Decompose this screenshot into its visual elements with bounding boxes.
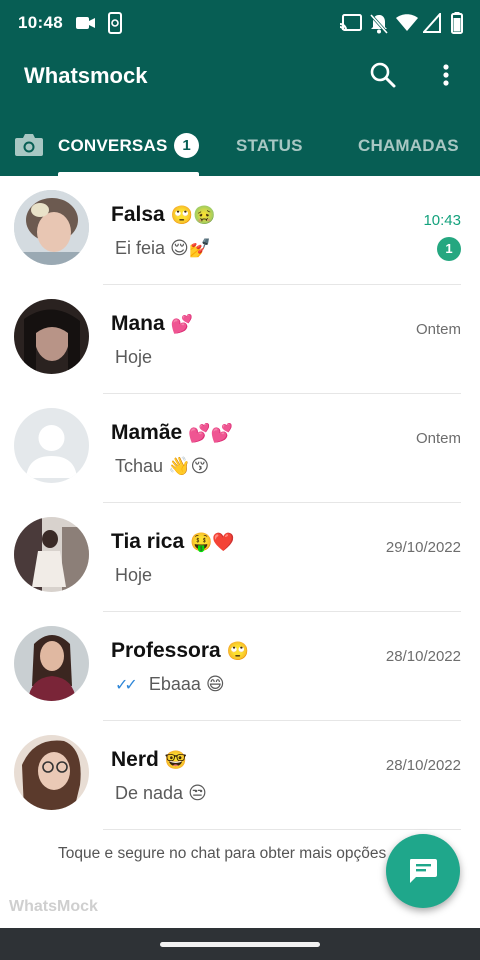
chat-item[interactable]: Falsa 🙄🤢 Ei feia 😌💅 10:43 1 [0, 176, 480, 285]
watermark: WhatsMock [9, 898, 98, 915]
avatar [14, 299, 89, 374]
chat-last-message: Ei feia 😌💅 [115, 238, 212, 259]
chat-name: Mamãe 💕💕 [111, 421, 233, 444]
tab-bar: CONVERSAS 1 STATUS CHAMADAS [0, 128, 480, 176]
conversas-unread-badge: 1 [174, 133, 199, 158]
chat-item[interactable]: Nerd 🤓 De nada 😒 28/10/2022 [0, 721, 480, 830]
more-options-icon[interactable] [432, 60, 460, 90]
phone-sync-icon [107, 12, 125, 39]
chat-item[interactable]: Mamãe 💕💕 Tchau 👋😚 Ontem [0, 394, 480, 503]
message-icon [410, 859, 437, 883]
chat-time: Ontem [415, 321, 461, 338]
tab-chamadas[interactable]: CHAMADAS [358, 136, 459, 156]
chat-name: Nerd 🤓 [111, 748, 188, 771]
home-gesture-handle[interactable] [160, 942, 320, 947]
status-time: 10:48 [18, 13, 63, 32]
chat-last-message: ✓✓ Ebaaa 😄 [115, 674, 225, 695]
read-receipt-icon: ✓✓ [115, 677, 138, 694]
avatar [14, 735, 89, 810]
chat-time: 28/10/2022 [385, 757, 461, 774]
cast-icon [339, 14, 362, 37]
wifi-icon [396, 14, 418, 37]
chat-last-message: Hoje [115, 347, 153, 367]
chat-item[interactable]: Mana 💕 Hoje Ontem [0, 285, 480, 394]
video-camera-icon [76, 15, 96, 36]
system-nav-bar [0, 928, 480, 960]
cell-signal-icon [421, 11, 441, 38]
app-title: Whatsmock [24, 63, 148, 88]
chat-name: Falsa 🙄🤢 [111, 203, 216, 226]
chat-last-message: De nada 😒 [115, 783, 207, 804]
app-bar: Whatsmock CONVERSAS 1 STATUS CHAMADAS [0, 48, 480, 176]
chat-item[interactable]: Tia rica 🤑❤️ Hoje 29/10/2022 [0, 503, 480, 612]
divider [103, 829, 461, 830]
chat-last-message: Hoje [115, 565, 153, 585]
notifications-off-icon [369, 13, 389, 40]
hint-text: Toque e segure no chat para obter mais o… [58, 845, 387, 862]
chat-item[interactable]: Professora 🙄 ✓✓ Ebaaa 😄 28/10/2022 [0, 612, 480, 721]
status-bar: 10:48 [0, 0, 480, 48]
chat-name: Mana 💕 [111, 312, 193, 335]
unread-count-badge: 1 [437, 237, 461, 261]
chat-name: Professora 🙄 [111, 639, 249, 662]
avatar [14, 517, 89, 592]
avatar [14, 626, 89, 701]
camera-icon[interactable] [14, 132, 44, 158]
avatar [14, 190, 89, 265]
chat-time: Ontem [415, 430, 461, 447]
chat-name: Tia rica 🤑❤️ [111, 530, 235, 553]
chat-time: 28/10/2022 [385, 648, 461, 665]
tab-status[interactable]: STATUS [236, 136, 303, 156]
search-icon[interactable] [368, 60, 398, 90]
chat-time: 29/10/2022 [385, 539, 461, 556]
chat-last-message: Tchau 👋😚 [115, 456, 210, 477]
default-avatar-icon [14, 408, 89, 483]
battery-icon [451, 12, 463, 39]
chat-time: 10:43 [423, 212, 461, 229]
tab-conversas[interactable]: CONVERSAS [58, 136, 168, 156]
new-chat-button[interactable] [386, 834, 460, 908]
